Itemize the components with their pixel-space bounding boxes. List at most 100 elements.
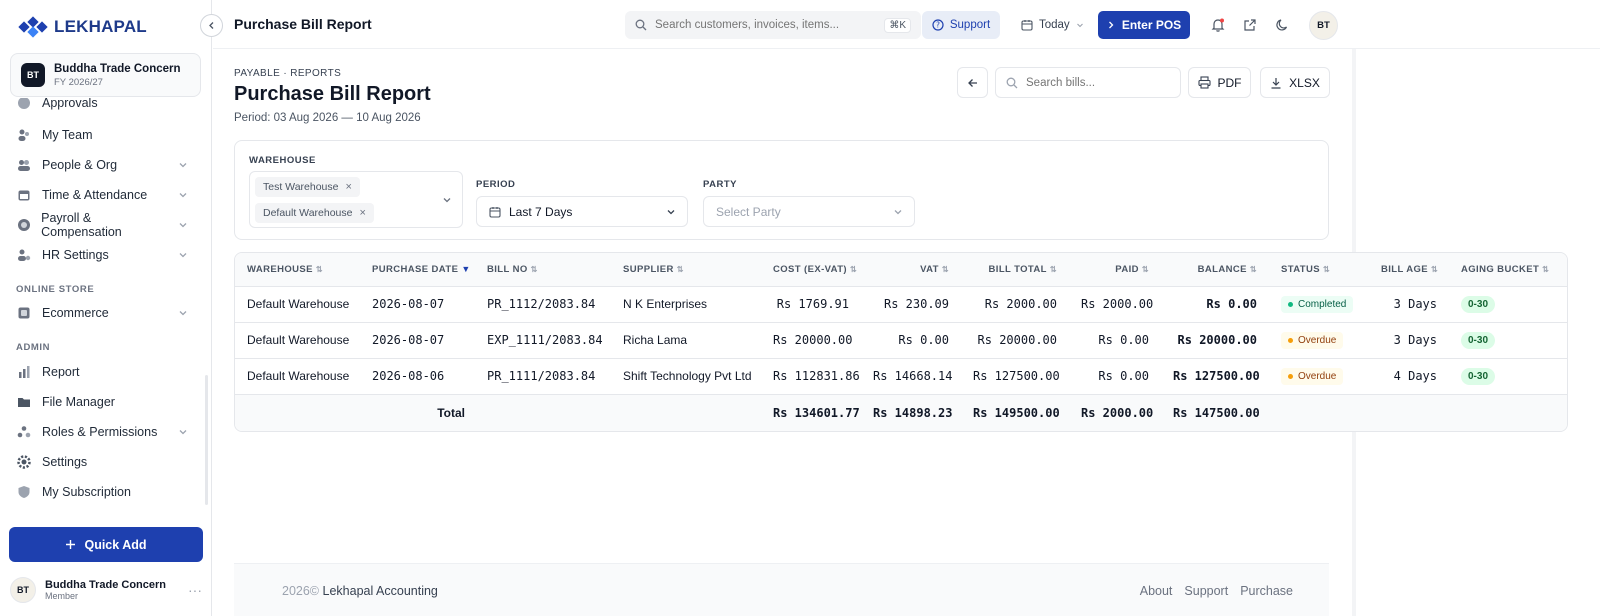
approvals-icon — [16, 98, 32, 111]
cell-bill-no[interactable]: PR_1111/2083.84 — [475, 358, 611, 395]
user-menu[interactable]: BT Buddha Trade Concern Member ··· — [10, 575, 202, 605]
cell-bill-no[interactable]: EXP_1111/2083.84 — [475, 322, 611, 359]
party-select[interactable]: Select Party — [703, 196, 915, 227]
user-name: Buddha Trade Concern — [45, 579, 167, 591]
back-button[interactable] — [957, 67, 988, 98]
chip-label: Default Warehouse — [263, 207, 353, 219]
report-icon — [16, 364, 32, 380]
close-icon[interactable]: × — [345, 181, 351, 193]
report-title: Purchase Bill Report — [234, 83, 431, 105]
moon-icon[interactable] — [1271, 14, 1293, 36]
status-badge: Overdue — [1281, 367, 1344, 385]
total-bill-total: Rs 149500.00 — [961, 394, 1069, 431]
table-header-row: WAREHOUSE ⇅ PURCHASE DATE ▼ BILL NO ⇅ SUPPL… — [235, 253, 1567, 287]
hr-settings-icon — [16, 247, 32, 263]
sidebar-item-time-attendance[interactable]: Time & Attendance — [16, 185, 188, 205]
collapse-sidebar-button[interactable] — [200, 14, 223, 37]
column-header-bill-total[interactable]: BILL TOTAL ⇅ — [961, 253, 1069, 287]
xlsx-button[interactable]: XLSX — [1260, 67, 1330, 98]
sidebar-item-settings[interactable]: Settings — [16, 452, 188, 472]
column-header-balance[interactable]: BALANCE ⇅ — [1161, 253, 1269, 287]
avatar[interactable]: BT — [1309, 11, 1338, 40]
cell-bill-age: 3 Days — [1369, 286, 1449, 323]
close-icon[interactable]: × — [360, 207, 366, 219]
footer-link-support[interactable]: Support — [1184, 584, 1228, 598]
sidebar-item-roles-permissions[interactable]: Roles & Permissions — [16, 422, 188, 442]
more-icon[interactable]: ··· — [188, 582, 202, 598]
chevron-down-icon — [1076, 21, 1084, 29]
breadcrumb: PAYABLE · REPORTS — [234, 68, 342, 79]
search-input[interactable] — [655, 19, 875, 31]
cell-warehouse: Default Warehouse — [235, 322, 360, 359]
avatar: BT — [10, 577, 36, 603]
enter-pos-button[interactable]: Enter POS — [1098, 11, 1190, 39]
column-header-aging-bucket[interactable]: AGING BUCKET ⇅ — [1449, 253, 1567, 287]
report-period: Period: 03 Aug 2026 — 10 Aug 2026 — [234, 112, 421, 124]
sidebar-item-approvals[interactable]: Approvals — [16, 98, 188, 113]
column-header-status[interactable]: STATUS ⇅ — [1269, 253, 1369, 287]
table-total-row: Total Rs 134601.77 Rs 14898.23 Rs 149500… — [235, 394, 1567, 431]
store-icon — [16, 305, 32, 321]
footer-link-purchase[interactable]: Purchase — [1240, 584, 1293, 598]
section-online-store: ONLINE STORE — [16, 284, 95, 295]
org-switcher[interactable]: BT Buddha Trade Concern FY 2026/27 — [10, 53, 201, 97]
sidebar-item-ecommerce[interactable]: Ecommerce — [16, 303, 188, 323]
party-placeholder: Select Party — [716, 204, 781, 219]
cell-balance: Rs 127500.00 — [1161, 358, 1269, 395]
quick-add-button[interactable]: Quick Add — [9, 527, 203, 562]
global-search[interactable]: ⌘K — [625, 11, 921, 39]
sidebar-scrollbar[interactable] — [205, 375, 208, 505]
pdf-button[interactable]: PDF — [1188, 67, 1251, 98]
xlsx-label: XLSX — [1289, 75, 1320, 90]
column-header-vat[interactable]: VAT ⇅ — [861, 253, 961, 287]
sidebar-item-label: Ecommerce — [42, 306, 109, 320]
sidebar-item-hr-settings[interactable]: HR Settings — [16, 245, 188, 265]
date-range-button[interactable]: Today — [1021, 11, 1087, 39]
sidebar-item-label: Report — [42, 365, 80, 379]
pdf-label: PDF — [1217, 75, 1242, 90]
org-fiscal-year: FY 2026/27 — [54, 76, 103, 88]
sidebar-item-my-subscription[interactable]: My Subscription — [16, 482, 188, 502]
cell-purchase-date: 2026-08-06 — [360, 358, 475, 395]
period-select[interactable]: Last 7 Days — [476, 196, 688, 227]
external-link-icon[interactable] — [1239, 14, 1261, 36]
table-row[interactable]: Default Warehouse 2026-08-06 PR_1111/208… — [235, 358, 1567, 395]
cell-vat: Rs 0.00 — [861, 322, 961, 359]
sidebar-item-my-team[interactable]: My Team — [16, 125, 188, 145]
column-header-bill-age[interactable]: BILL AGE ⇅ — [1369, 253, 1449, 287]
sort-icon: ⇅ — [530, 264, 538, 274]
sidebar-item-label: My Subscription — [42, 485, 131, 499]
column-header-bill-no[interactable]: BILL NO ⇅ — [475, 253, 611, 287]
column-header-purchase-date[interactable]: PURCHASE DATE ▼ — [360, 253, 475, 287]
chevron-down-icon — [178, 160, 188, 170]
help-icon: ? — [932, 19, 944, 31]
column-header-paid[interactable]: PAID ⇅ — [1069, 253, 1161, 287]
sidebar-item-file-manager[interactable]: File Manager — [16, 392, 188, 412]
support-button[interactable]: ? Support — [922, 11, 1000, 39]
table-row[interactable]: Default Warehouse 2026-08-07 EXP_1111/20… — [235, 322, 1567, 359]
table-row[interactable]: Default Warehouse 2026-08-07 PR_1112/208… — [235, 286, 1567, 323]
warehouse-chip: Test Warehouse × — [255, 177, 360, 197]
warehouse-multiselect[interactable]: Test Warehouse × Default Warehouse × — [249, 171, 463, 228]
roles-icon — [16, 424, 32, 440]
sidebar: LEKHAPAL BT Buddha Trade Concern FY 2026… — [0, 0, 212, 616]
footer-link-about[interactable]: About — [1140, 584, 1173, 598]
chevron-down-icon — [178, 250, 188, 260]
folder-icon — [16, 394, 32, 410]
brand-logo[interactable]: LEKHAPAL — [18, 16, 147, 38]
sidebar-item-people-org[interactable]: People & Org — [16, 155, 188, 175]
quick-add-label: Quick Add — [84, 537, 147, 552]
cell-paid: Rs 0.00 — [1069, 322, 1161, 359]
column-header-supplier[interactable]: SUPPLIER ⇅ — [611, 253, 761, 287]
cell-bill-no[interactable]: PR_1112/2083.84 — [475, 286, 611, 323]
sidebar-item-report[interactable]: Report — [16, 362, 188, 382]
sidebar-item-payroll[interactable]: Payroll & Compensation — [16, 211, 188, 239]
bill-search-input[interactable] — [1026, 76, 1166, 89]
cell-cost: Rs 20000.00 — [761, 322, 861, 359]
column-header-warehouse[interactable]: WAREHOUSE ⇅ — [235, 253, 360, 287]
bell-icon[interactable] — [1207, 14, 1229, 36]
column-header-cost[interactable]: COST (EX-VAT) ⇅ — [761, 253, 861, 287]
user-role: Member — [45, 591, 79, 601]
sidebar-item-label: File Manager — [42, 395, 115, 409]
bill-search[interactable] — [995, 67, 1181, 98]
